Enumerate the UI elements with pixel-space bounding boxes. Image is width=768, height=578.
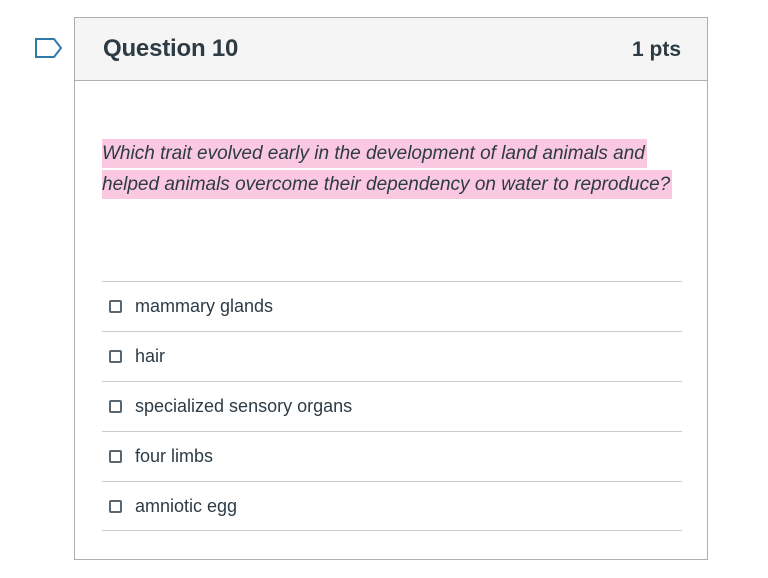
answer-label: hair — [135, 346, 166, 366]
answer-label: four limbs — [135, 446, 214, 466]
answer-checkbox[interactable] — [109, 400, 122, 413]
answer-option[interactable]: mammary glands — [102, 281, 682, 331]
question-points: 1 pts — [631, 38, 681, 61]
answer-option[interactable]: four limbs — [102, 431, 682, 481]
answer-label: mammary glands — [135, 296, 274, 316]
flag-question-icon[interactable] — [34, 36, 64, 60]
question-text: Which trait evolved early in the develop… — [102, 138, 682, 200]
answer-checkbox[interactable] — [109, 499, 122, 513]
answer-checkbox[interactable] — [109, 300, 122, 313]
answer-label: specialized sensory organs — [135, 396, 353, 416]
answer-list: mammary glands hair specialized sensory … — [102, 281, 682, 531]
answer-option[interactable]: hair — [102, 331, 682, 381]
question-card: Question 10 1 pts Which trait evolved ea… — [74, 17, 708, 560]
question-header: Question 10 1 pts — [75, 18, 707, 81]
answer-checkbox[interactable] — [109, 450, 122, 463]
answer-option[interactable]: specialized sensory organs — [102, 381, 682, 431]
answer-checkbox[interactable] — [109, 350, 122, 363]
question-title: Question 10 — [103, 35, 239, 62]
question-text-highlight: Which trait evolved early in the develop… — [102, 139, 673, 199]
answer-option[interactable]: amniotic egg — [102, 481, 682, 531]
answer-label: amniotic egg — [135, 495, 238, 516]
